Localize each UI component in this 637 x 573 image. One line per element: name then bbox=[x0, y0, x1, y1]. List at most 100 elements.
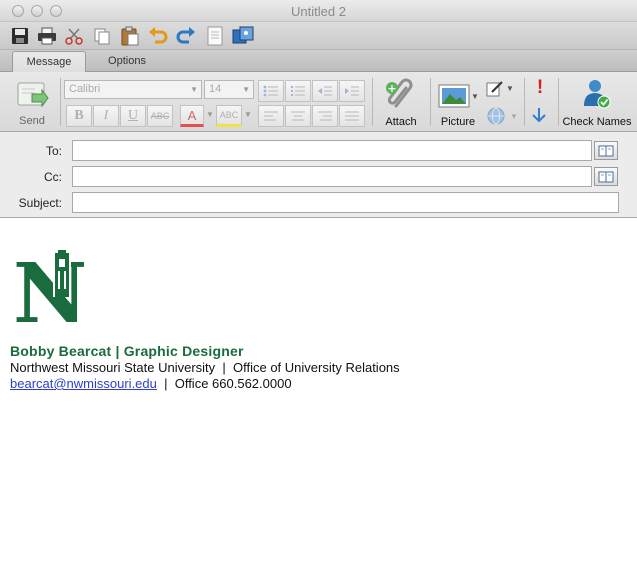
copy-icon bbox=[94, 28, 110, 45]
print-button[interactable] bbox=[36, 25, 58, 47]
align-center-icon bbox=[291, 111, 305, 121]
paste-button[interactable] bbox=[119, 25, 141, 47]
standard-toolbar bbox=[0, 22, 637, 50]
redo-button[interactable] bbox=[175, 25, 197, 47]
cc-address-book-button[interactable] bbox=[594, 167, 618, 186]
ribbon-separator bbox=[60, 78, 61, 126]
to-field[interactable] bbox=[72, 140, 592, 161]
font-color-button[interactable]: A bbox=[180, 105, 204, 127]
message-header: To: Cc: Subject: bbox=[0, 132, 637, 218]
ribbon-separator bbox=[558, 78, 559, 126]
undo-icon bbox=[149, 27, 168, 44]
align-left-icon bbox=[264, 111, 278, 121]
logo-letter: N bbox=[13, 247, 84, 323]
university-logo-image: N bbox=[13, 246, 88, 342]
window-title: Untitled 2 bbox=[291, 4, 346, 19]
address-book-icon bbox=[598, 145, 614, 156]
chevron-down-icon[interactable]: ▼ bbox=[206, 110, 214, 119]
italic-button[interactable]: I bbox=[93, 105, 119, 127]
attach-button[interactable]: + Attach bbox=[378, 76, 424, 128]
ribbon-separator bbox=[524, 78, 525, 126]
send-label: Send bbox=[19, 115, 45, 127]
cc-field[interactable] bbox=[72, 166, 592, 187]
picture-button[interactable]: ▼ Picture bbox=[434, 76, 482, 128]
decrease-indent-icon bbox=[318, 86, 332, 96]
signature-org-line: Northwest Missouri State University | Of… bbox=[10, 360, 400, 375]
attach-paperclip-icon: + bbox=[386, 78, 413, 108]
email-link[interactable]: bearcat@nwmissouri.edu bbox=[10, 376, 157, 391]
picture-icon bbox=[438, 84, 470, 108]
web-link-button[interactable]: ▼ bbox=[486, 106, 518, 126]
check-names-button[interactable]: Check Names bbox=[561, 76, 633, 128]
document-icon bbox=[207, 26, 223, 46]
signature-icon bbox=[486, 81, 503, 97]
ribbon-separator bbox=[372, 78, 373, 126]
bullet-list-button[interactable] bbox=[258, 80, 284, 102]
save-button[interactable] bbox=[9, 25, 31, 47]
picture-label: Picture bbox=[440, 116, 476, 128]
subject-label: Subject: bbox=[18, 196, 62, 210]
ribbon-tab-bar: Message Options bbox=[0, 50, 637, 72]
font-name-combo[interactable]: Calibri ▼ bbox=[64, 80, 202, 99]
send-icon bbox=[17, 82, 49, 108]
increase-indent-button[interactable] bbox=[339, 80, 365, 102]
align-left-button[interactable] bbox=[258, 105, 284, 127]
high-importance-button[interactable]: ! bbox=[530, 78, 550, 100]
chevron-down-icon: ▼ bbox=[242, 85, 250, 94]
chevron-down-icon[interactable]: ▼ bbox=[244, 110, 252, 119]
align-right-icon bbox=[318, 111, 332, 121]
numbered-list-button[interactable] bbox=[285, 80, 311, 102]
send-button[interactable]: Send bbox=[10, 78, 54, 128]
align-center-button[interactable] bbox=[285, 105, 311, 127]
cc-label: Cc: bbox=[44, 170, 62, 184]
address-book-icon bbox=[598, 171, 614, 182]
check-names-label: Check Names bbox=[562, 116, 632, 128]
redo-icon bbox=[176, 27, 195, 44]
document-button[interactable] bbox=[204, 25, 226, 47]
signature-button[interactable]: ▼ bbox=[486, 80, 514, 98]
bold-button[interactable]: B bbox=[66, 105, 92, 127]
high-importance-icon: ! bbox=[536, 77, 544, 98]
cut-button[interactable] bbox=[63, 25, 85, 47]
font-name-value: Calibri bbox=[69, 83, 101, 95]
font-size-value: 14 bbox=[209, 83, 222, 95]
undo-button[interactable] bbox=[147, 25, 169, 47]
to-label: To: bbox=[45, 144, 62, 158]
message-ribbon: Send Calibri ▼ 14 ▼ B I U ABC A ▼ ABC ▼ … bbox=[0, 72, 637, 132]
chevron-down-icon: ▼ bbox=[190, 85, 198, 94]
decrease-indent-button[interactable] bbox=[312, 80, 338, 102]
phone-number: Office 660.562.0000 bbox=[174, 376, 292, 391]
message-body[interactable]: N Bobby Bearcat | Graphic Designer North… bbox=[0, 219, 637, 573]
highlight-button[interactable]: ABC bbox=[216, 105, 242, 127]
media-browser-icon bbox=[232, 26, 254, 44]
university-logo: N bbox=[12, 246, 88, 342]
to-address-book-button[interactable] bbox=[594, 141, 618, 160]
chevron-down-icon: ▼ bbox=[510, 112, 518, 121]
paste-icon bbox=[121, 26, 139, 46]
justify-icon bbox=[345, 111, 359, 121]
low-importance-icon bbox=[532, 108, 546, 123]
strikethrough-button[interactable]: ABC bbox=[147, 105, 173, 127]
align-right-button[interactable] bbox=[312, 105, 338, 127]
media-browser-button[interactable] bbox=[232, 25, 254, 47]
cut-icon bbox=[65, 28, 83, 45]
numbered-list-icon bbox=[291, 86, 305, 96]
justify-button[interactable] bbox=[339, 105, 365, 127]
copy-button[interactable] bbox=[91, 25, 113, 47]
signature-contact-line: bearcat@nwmissouri.edu | Office 660.562.… bbox=[10, 376, 292, 391]
increase-indent-icon bbox=[345, 86, 359, 96]
svg-text:+: + bbox=[387, 82, 396, 95]
font-size-combo[interactable]: 14 ▼ bbox=[204, 80, 254, 99]
save-icon bbox=[12, 28, 28, 44]
signature-name-title: Bobby Bearcat | Graphic Designer bbox=[10, 343, 244, 359]
subject-field[interactable] bbox=[72, 192, 619, 213]
bullet-list-icon bbox=[263, 85, 278, 97]
check-names-icon bbox=[584, 80, 611, 109]
chevron-down-icon: ▼ bbox=[471, 92, 479, 101]
low-importance-button[interactable] bbox=[530, 106, 550, 128]
underline-button[interactable]: U bbox=[120, 105, 146, 127]
tab-options[interactable]: Options bbox=[90, 51, 164, 72]
print-icon bbox=[38, 27, 56, 45]
tab-message[interactable]: Message bbox=[12, 51, 86, 72]
ribbon-separator bbox=[430, 78, 431, 126]
